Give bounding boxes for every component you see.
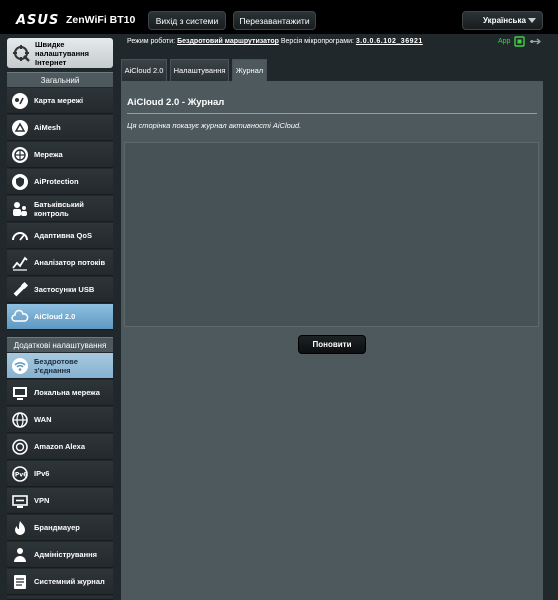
sidebar-item-traffic-analyzer[interactable]: Аналізатор потоків [7,250,113,276]
vpn-icon [12,494,28,508]
sidebar-item-label: Адаптивна QoS [34,231,92,240]
sidebar-item-guest-network[interactable]: Мережа [7,142,113,168]
sidebar-item-label: AiProtection [34,177,79,186]
tab-settings[interactable]: Налаштування [170,59,229,81]
sidebar-item-label: Amazon Alexa [34,442,85,451]
general-section-header: Загальний [7,72,113,87]
sidebar-item-label: Бездротове з'єднання [34,356,78,375]
system-log-icon [14,574,26,589]
sidebar-item-label: Локальна мережа [34,388,100,397]
sidebar-item-adaptive-qos[interactable]: Адаптивна QoS [7,223,113,249]
sidebar-item-usb-apps[interactable]: Застосунки USB [7,277,113,303]
firmware-label: Версія мікропрограми: [280,38,354,45]
language-value: Українська [483,16,526,25]
cloud-icon [11,309,29,322]
network-map-icon [12,92,28,109]
tab-log[interactable]: Журнал [232,59,267,81]
quick-setup-label: Швидке налаштування Інтернет [35,39,90,67]
sidebar-item-label: VPN [34,496,50,505]
sidebar-item-label: AiMesh [34,123,61,132]
sidebar-item-label: IPv6 [34,469,50,478]
sidebar-item-network-map[interactable]: Карта мережі [7,88,113,114]
administration-icon [14,547,26,562]
chevron-down-icon [528,18,536,23]
model-name: ZenWiFi BT10 [66,14,136,26]
sidebar-item-label: Батьківський контроль [34,199,84,218]
refresh-button[interactable]: Поновити [298,335,366,354]
sidebar-item-parental-control[interactable]: Батьківський контроль [7,196,113,222]
sidebar-item-wireless[interactable]: Бездротове з'єднання [7,353,113,379]
firmware-version-link[interactable]: 3.0.0.6.102_36921 [356,38,423,45]
sidebar-item-label: AiCloud 2.0 [34,312,76,321]
operation-mode-label: Режим роботи: [127,38,176,45]
sidebar-item-label: Застосунки USB [34,285,95,294]
quick-internet-setup-button[interactable]: Швидке налаштування Інтернет [7,38,113,68]
aimesh-icon [12,119,28,136]
sidebar-item-aicloud[interactable]: AiCloud 2.0 [7,304,113,330]
aiprotection-icon [12,173,28,190]
lan-icon [13,386,27,400]
logout-button[interactable]: Вихід з системи [148,11,226,30]
sidebar-item-aiprotection[interactable]: AiProtection [7,169,113,195]
language-select[interactable]: Українська [462,11,543,30]
quick-setup-icon [13,45,30,62]
tab-aicloud[interactable]: AiCloud 2.0 [121,59,167,81]
wan-icon [12,411,28,428]
sidebar-item-label: Адміністрування [34,550,98,559]
sidebar-item-partial[interactable] [7,596,113,600]
asus-logo: ASUS [16,13,60,28]
top-bar: ASUS ZenWiFi BT10 Вихід з системи Переза… [0,0,558,34]
ipv6-icon: IPv6 [12,465,28,482]
log-textarea[interactable] [124,142,539,327]
wireless-icon [12,357,28,374]
sidebar-item-label: Брандмауер [34,523,80,532]
guest-network-icon [12,146,28,163]
sidebar-item-ipv6[interactable]: IPv6 IPv6 [7,461,113,487]
parental-control-icon [13,201,27,216]
sidebar-item-firewall[interactable]: Брандмауер [7,515,113,541]
alexa-icon [12,438,28,455]
sidebar-item-vpn[interactable]: VPN [7,488,113,514]
sidebar-item-administration[interactable]: Адміністрування [7,542,113,568]
app-label[interactable]: App [498,38,510,45]
sidebar-item-label: Мережа [34,150,63,159]
sidebar-item-label: Системний журнал [34,577,105,586]
wan-status-icon[interactable] [514,36,526,47]
reboot-button[interactable]: Перезавантажити [233,11,316,30]
sidebar-item-label: WAN [34,415,52,424]
status-bar: Режим роботи: Бездротовий маршрутизатор … [127,38,423,45]
sidebar-item-wan[interactable]: WAN [7,407,113,433]
usb-icon [13,281,29,296]
sidebar-item-system-log[interactable]: Системний журнал [7,569,113,595]
advanced-section-header: Додаткові налаштування [7,337,113,352]
usb-status-icon[interactable] [529,36,542,47]
page-description: Ця сторінка показує журнал активності Ai… [127,121,302,130]
sidebar-item-label: Аналізатор потоків [34,258,106,267]
sidebar-item-lan[interactable]: Локальна мережа [7,380,113,406]
title-divider [127,113,537,114]
svg-text:IPv6: IPv6 [13,471,28,478]
sidebar-item-label: Карта мережі [34,96,84,105]
operation-mode-link[interactable]: Бездротовий маршрутизатор [177,38,279,45]
sidebar-item-alexa[interactable]: Amazon Alexa [7,434,113,460]
status-icons: App [498,36,542,47]
page-title: AiCloud 2.0 - Журнал [127,97,225,108]
traffic-analyzer-icon [12,256,28,271]
firewall-icon [15,520,25,535]
qos-icon [12,231,28,241]
sidebar-item-aimesh[interactable]: AiMesh [7,115,113,141]
